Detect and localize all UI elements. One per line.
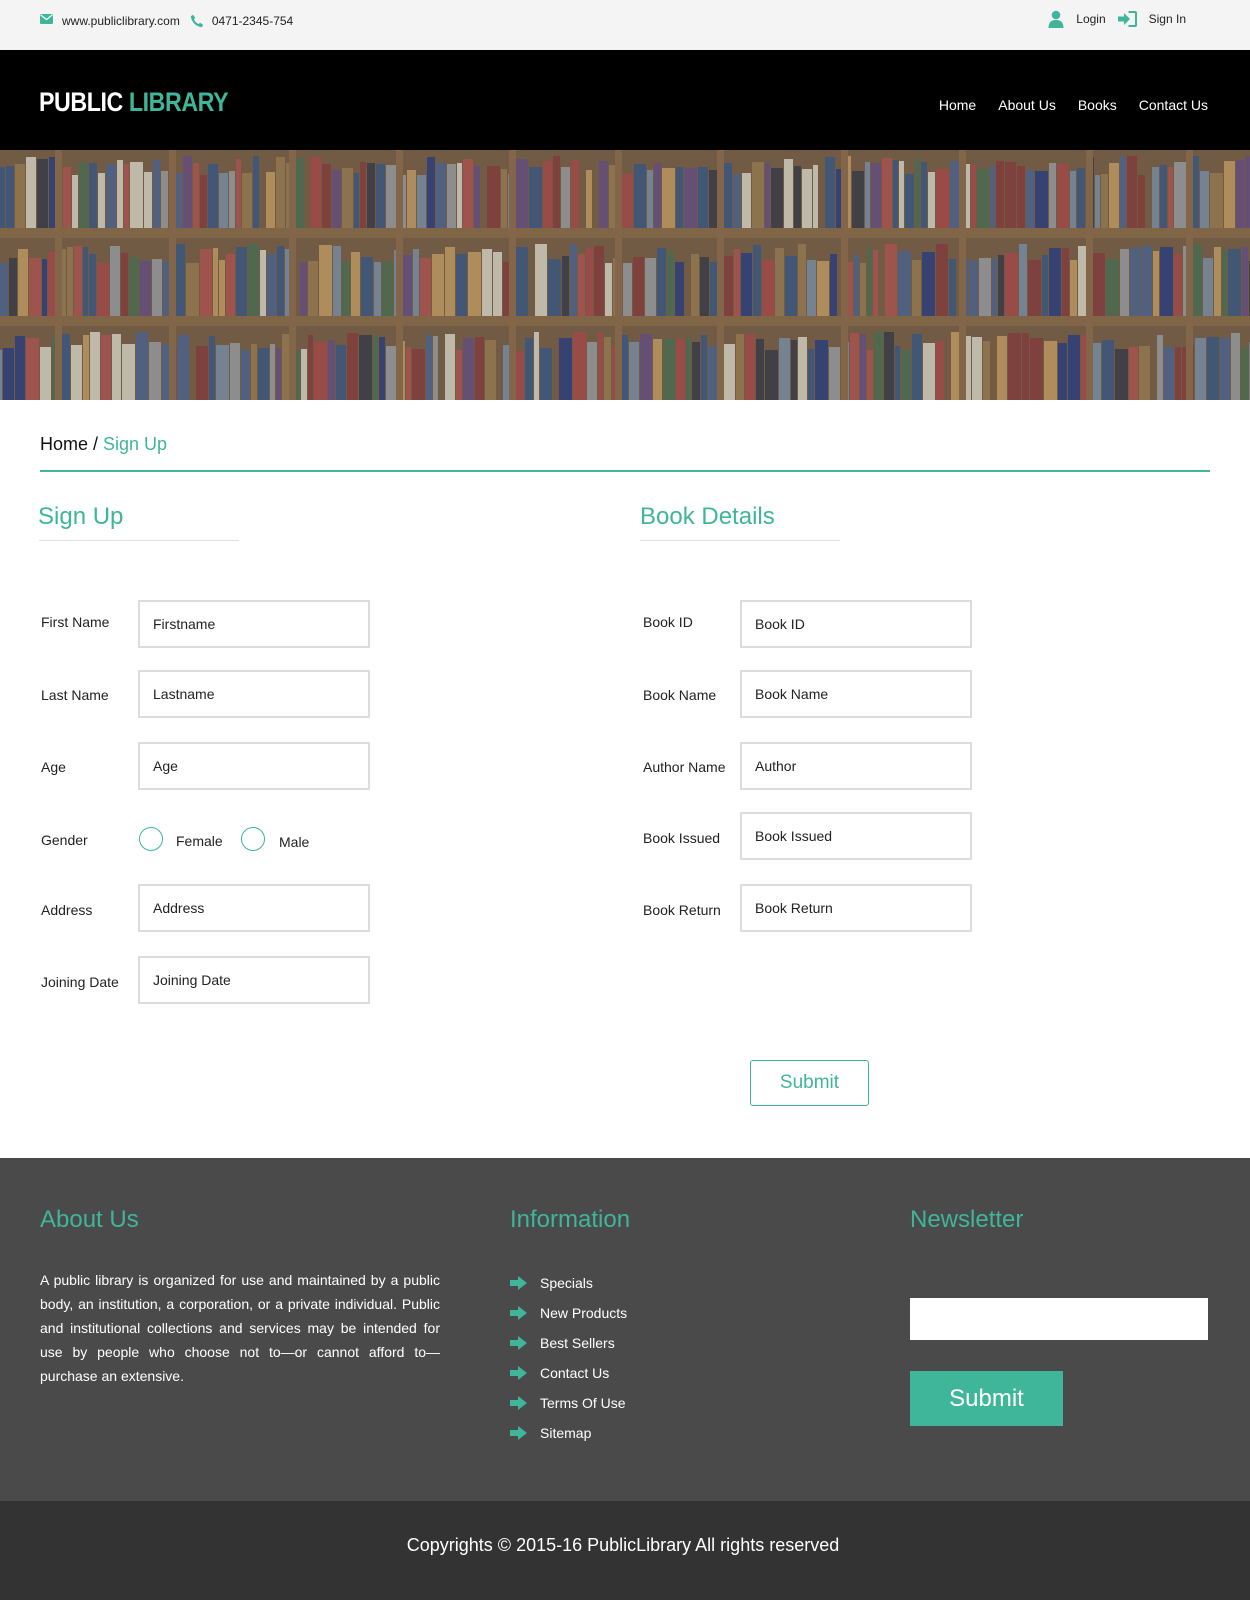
footer-link-label: Sitemap [540, 1425, 592, 1441]
site-logo[interactable]: PUBLIC LIBRARY [39, 87, 229, 118]
book-return-label: Book Return [643, 902, 721, 918]
logo-library: LIBRARY [128, 87, 229, 117]
footer-link-label: Best Sellers [540, 1335, 615, 1351]
author-name-label: Author Name [643, 759, 726, 775]
joining-date-input[interactable] [138, 956, 370, 1004]
gender-label: Gender [41, 832, 88, 848]
arrow-right-icon [510, 1396, 528, 1410]
footer: About Us A public library is organized f… [0, 1158, 1250, 1501]
arrow-right-icon [510, 1426, 528, 1440]
auth-links: Login Sign In [1048, 10, 1186, 28]
gender-male-label: Male [279, 834, 310, 850]
breadcrumb-current: Sign Up [103, 434, 168, 454]
nav-home[interactable]: Home [939, 97, 976, 113]
joining-date-label: Joining Date [41, 974, 119, 990]
breadcrumb: Home / Sign Up [40, 434, 167, 455]
nav-about-us[interactable]: About Us [998, 97, 1056, 113]
signin-link[interactable]: Sign In [1149, 12, 1186, 26]
book-name-input[interactable] [740, 670, 972, 718]
footer-link-new-products[interactable]: New Products [510, 1298, 627, 1328]
address-input[interactable] [138, 884, 370, 932]
copyright-bar: Copyrights © 2015-16 PublicLibrary All r… [0, 1501, 1250, 1600]
book-id-input[interactable] [740, 600, 972, 648]
envelope-icon [40, 14, 54, 28]
footer-link-best-sellers[interactable]: Best Sellers [510, 1328, 627, 1358]
book-issued-input[interactable] [740, 812, 972, 860]
logo-public: PUBLIC [39, 87, 123, 117]
login-link[interactable]: Login [1076, 12, 1105, 26]
footer-link-terms-of-use[interactable]: Terms Of Use [510, 1388, 627, 1418]
book-name-label: Book Name [643, 687, 717, 703]
copyright-text: Copyrights © 2015-16 PublicLibrary All r… [406, 1535, 840, 1555]
sign-in-icon [1117, 11, 1137, 27]
footer-information-title: Information [510, 1206, 631, 1233]
arrow-right-icon [510, 1366, 528, 1380]
gender-female-label: Female [176, 833, 223, 849]
age-input[interactable] [138, 742, 370, 790]
newsletter-submit-button[interactable]: Submit [910, 1371, 1063, 1426]
author-name-input[interactable] [740, 742, 972, 790]
footer-link-sitemap[interactable]: Sitemap [510, 1418, 627, 1448]
breadcrumb-divider [40, 470, 1210, 472]
first-name-label: First Name [41, 614, 110, 630]
footer-link-label: Specials [540, 1275, 593, 1291]
footer-link-label: New Products [540, 1305, 628, 1321]
gender-male-radio[interactable] [241, 827, 265, 851]
footer-link-label: Terms Of Use [540, 1395, 626, 1411]
form-submit-button[interactable]: Submit [750, 1060, 869, 1106]
arrow-right-icon [510, 1276, 528, 1290]
book-details-title: Book Details [640, 503, 775, 530]
address-label: Address [41, 902, 93, 918]
book-details-title-rule [640, 540, 840, 541]
footer-information-list: Specials New Products Best Sellers Conta… [510, 1268, 627, 1448]
book-return-input[interactable] [740, 884, 972, 932]
arrow-right-icon [510, 1306, 528, 1320]
breadcrumb-home[interactable]: Home [40, 434, 88, 454]
arrow-right-icon [510, 1336, 528, 1350]
top-bar: www.publiclibrary.com 0471-2345-754 Logi… [0, 0, 1250, 50]
phone-icon [190, 14, 204, 28]
footer-link-specials[interactable]: Specials [510, 1268, 627, 1298]
breadcrumb-separator: / [88, 434, 104, 454]
signup-title: Sign Up [38, 503, 124, 530]
phone-text: 0471-2345-754 [211, 14, 294, 28]
last-name-label: Last Name [41, 687, 109, 703]
footer-link-contact-us[interactable]: Contact Us [510, 1358, 627, 1388]
book-issued-label: Book Issued [643, 830, 721, 846]
first-name-input[interactable] [138, 600, 370, 648]
signup-title-rule [39, 540, 239, 541]
main-header: PUBLIC LIBRARY Home About Us Books Conta… [0, 50, 1250, 150]
user-icon [1048, 10, 1064, 28]
footer-about-title: About Us [40, 1206, 139, 1233]
book-id-label: Book ID [643, 614, 693, 630]
top-contact: www.publiclibrary.com 0471-2345-754 [40, 14, 303, 28]
main-nav: Home About Us Books Contact Us [917, 97, 1208, 113]
nav-books[interactable]: Books [1078, 97, 1117, 113]
nav-contact-us[interactable]: Contact Us [1139, 97, 1208, 113]
gender-female-radio[interactable] [139, 827, 163, 851]
website-text: www.publiclibrary.com [62, 14, 180, 28]
newsletter-email-input[interactable] [910, 1298, 1208, 1340]
hero-bookshelf-image [0, 150, 1250, 400]
footer-newsletter-title: Newsletter [910, 1206, 1024, 1233]
footer-link-label: Contact Us [540, 1365, 610, 1381]
footer-about-text: A public library is organized for use an… [40, 1272, 440, 1384]
last-name-input[interactable] [138, 670, 370, 718]
age-label: Age [41, 759, 66, 775]
